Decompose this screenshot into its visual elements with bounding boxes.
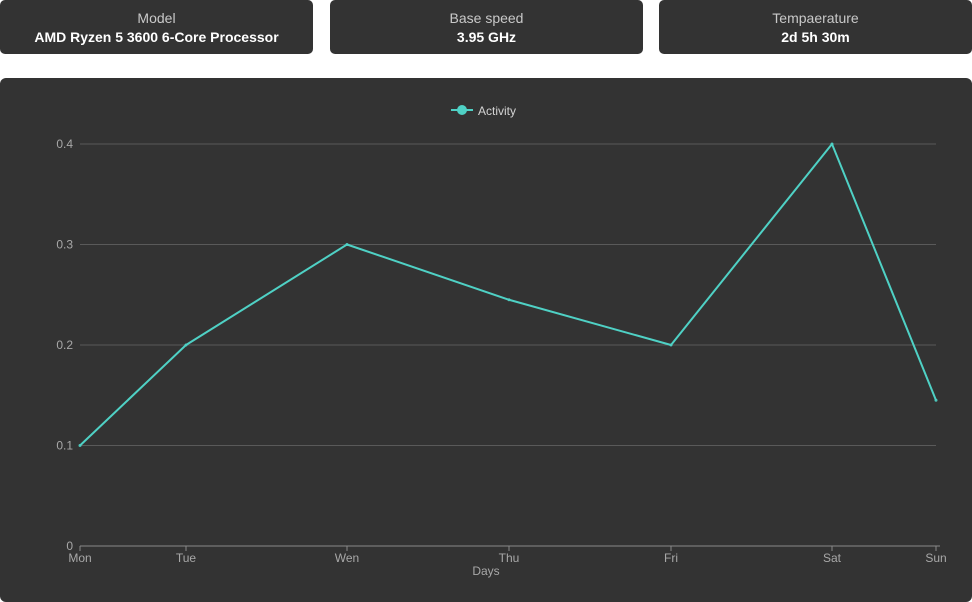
x-tick-label: Thu [499,551,520,565]
model-card: Model AMD Ryzen 5 3600 6-Core Processor [0,0,313,54]
data-point [830,142,834,146]
y-tick-label: 0.2 [56,338,73,352]
x-tick-label: Wen [335,551,359,565]
data-point [507,298,511,302]
y-tick-label: 0.1 [56,439,73,453]
activity-line-chart: 00.10.20.30.4Mon Tue Wen Thu Fri Sat SunDaysAc… [56,104,946,578]
base-speed-label: Base speed [449,10,524,26]
data-point [934,398,938,402]
series-line-0 [79,143,937,447]
x-tick-label: Fri [664,551,678,565]
legend-label: Activity [478,104,516,118]
y-tick-label: 0.3 [56,238,73,252]
x-axis-title: Days [472,564,499,578]
x-tick-label: Sun [925,551,946,565]
base-speed-card: Base speed 3.95 GHz [330,0,643,54]
legend-marker [457,105,467,115]
activity-chart-panel: 0 0.1 0.2 0.3 0.4 Mon Tue Wen Thu Fri Sat Sun Days Ac… [0,78,972,602]
model-value: AMD Ryzen 5 3600 6-Core Processor [34,29,279,45]
temperature-label: Tempaerature [772,10,859,26]
x-tick-label: Tue [176,551,197,565]
x-tick-label: Sat [823,551,842,565]
temperature-card: Tempaerature 2d 5h 30m [659,0,972,54]
data-point [78,444,82,447]
temperature-value: 2d 5h 30m [781,29,850,45]
info-cards: Model AMD Ryzen 5 3600 6-Core Processor … [0,0,972,54]
x-tick-label: Mon [68,551,91,565]
data-point [345,243,349,246]
data-point [184,343,188,347]
data-point [669,343,673,347]
model-label: Model [137,10,176,26]
base-speed-value: 3.95 GHz [456,29,517,45]
y-tick-label: 0.4 [56,137,73,151]
